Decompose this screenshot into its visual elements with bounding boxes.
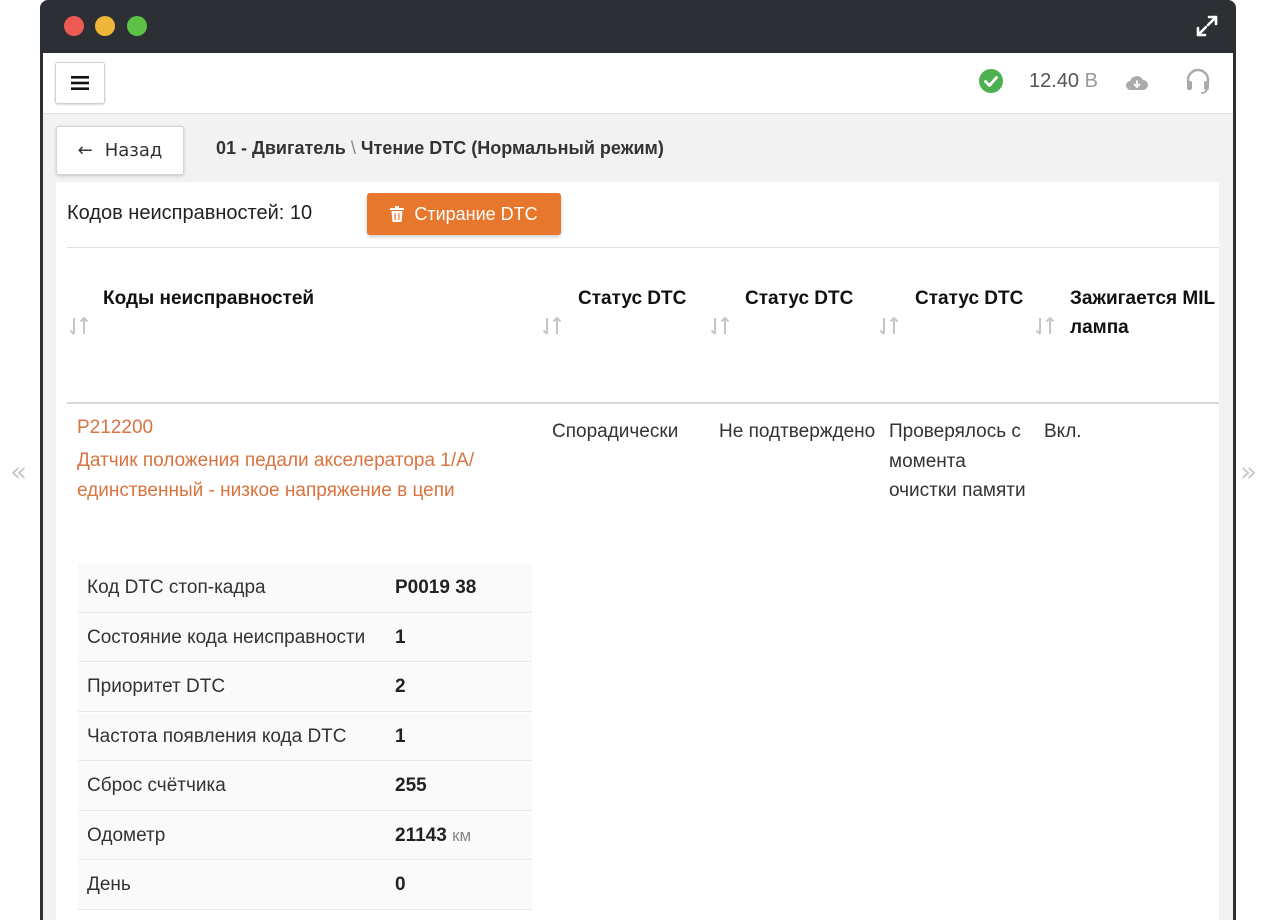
freeze-frame-value: 2 (395, 676, 406, 697)
table-row: Сброс счётчика 255 (78, 761, 532, 811)
dtc-status-3: Проверялось с момента очистки памяти (889, 421, 1026, 501)
dtc-count-label: Кодов неисправностей: 10 (67, 202, 313, 224)
freeze-frame-value: 21143 км (395, 824, 472, 846)
dtc-panel: Кодов неисправностей: 10 Стирание DTC Ко… (56, 182, 1219, 922)
top-bar: 12.40 В (43, 53, 1233, 114)
freeze-frame-value: 1 (395, 725, 406, 747)
erase-dtc-button[interactable]: Стирание DTC (367, 193, 561, 235)
dtc-code-link[interactable]: P212200 (77, 417, 153, 439)
dtc-status-1: Спорадически (552, 421, 679, 442)
voltage-unit: В (1084, 70, 1098, 92)
breadcrumb-separator: \ (350, 138, 356, 158)
freeze-frame-unit: км (452, 825, 472, 845)
breadcrumb: 01 - Двигатель \ Чтение DTC (Нормальный … (216, 138, 664, 159)
freeze-frame-label: Сброс счётчика (87, 775, 226, 796)
cloud-icon[interactable] (1125, 73, 1149, 93)
prev-page-icon[interactable]: « (10, 458, 27, 486)
trash-icon (390, 206, 405, 222)
window-titlebar (40, 0, 1236, 53)
menu-icon (71, 76, 89, 90)
dtc-mil: Вкл. (1044, 421, 1082, 442)
app-window: 12.40 В ← Назад 01 - Двигатель \ Чтение … (40, 0, 1236, 922)
table-row: Состояние кода неисправности 1 (78, 612, 532, 662)
freeze-frame-table: Код DTC стоп-кадра P0019 38 Состояние ко… (78, 563, 532, 910)
freeze-frame-value: 1 (395, 626, 406, 648)
sort-icon[interactable] (710, 315, 730, 337)
table-row: Частота появления кода DTC 1 (78, 711, 532, 761)
breadcrumb-path[interactable]: 01 - Двигатель (216, 138, 346, 158)
header-status-3[interactable]: Статус DTC (915, 284, 1025, 313)
headset-icon[interactable] (1185, 67, 1211, 95)
menu-button[interactable] (55, 62, 105, 104)
header-codes[interactable]: Коды неисправностей (103, 284, 543, 313)
close-window-button[interactable] (64, 16, 84, 36)
freeze-frame-label: Код DTC стоп-кадра (87, 577, 266, 598)
check-circle-icon (979, 69, 1003, 93)
maximize-window-button[interactable] (127, 16, 147, 36)
back-button[interactable]: ← Назад (56, 126, 184, 175)
freeze-frame-label: Приоритет DTC (87, 676, 226, 697)
table-row: Код DTC стоп-кадра P0019 38 (78, 563, 532, 613)
sort-icon[interactable] (69, 315, 89, 337)
arrow-left-icon: ← (77, 140, 93, 161)
freeze-frame-label: Состояние кода неисправности (87, 626, 366, 648)
back-button-label: Назад (104, 140, 163, 161)
freeze-frame-label: День (87, 874, 131, 895)
header-status-1[interactable]: Статус DTC (578, 284, 688, 313)
dtc-status-2: Не подтверждено (719, 421, 876, 442)
voltage-readout: 12.40 В (1029, 70, 1098, 93)
minimize-window-button[interactable] (95, 16, 115, 36)
divider (67, 247, 1219, 248)
sort-icon[interactable] (542, 315, 562, 337)
table-row: Одометр 21143 км (78, 810, 532, 860)
sort-icon[interactable] (879, 315, 899, 337)
table-row: Приоритет DTC 2 (78, 662, 532, 712)
expand-icon[interactable] (1196, 15, 1218, 37)
voltage-value: 12.40 (1029, 70, 1080, 92)
breadcrumb-bar: ← Назад 01 - Двигатель \ Чтение DTC (Нор… (43, 114, 1233, 182)
freeze-frame-value: 0 (395, 874, 406, 895)
sort-icon[interactable] (1035, 315, 1055, 337)
freeze-frame-label: Частота появления кода DTC (87, 725, 347, 747)
erase-dtc-label: Стирание DTC (414, 203, 538, 224)
header-mil[interactable]: Зажигается MIL лампа (1070, 284, 1215, 342)
app-area: 12.40 В ← Назад 01 - Двигатель \ Чтение … (43, 53, 1233, 922)
table-header-divider (67, 402, 1219, 404)
freeze-frame-value: P0019 38 (395, 577, 477, 598)
freeze-frame-label: Одометр (87, 824, 166, 846)
header-status-2[interactable]: Статус DTC (745, 284, 855, 313)
dtc-description[interactable]: Датчик положения педали акселератора 1/A… (77, 446, 517, 505)
freeze-frame-value: 255 (395, 775, 427, 796)
table-row: День 0 (78, 860, 532, 910)
breadcrumb-current: Чтение DTC (Нормальный режим) (360, 138, 664, 158)
next-page-icon[interactable]: » (1240, 458, 1257, 486)
